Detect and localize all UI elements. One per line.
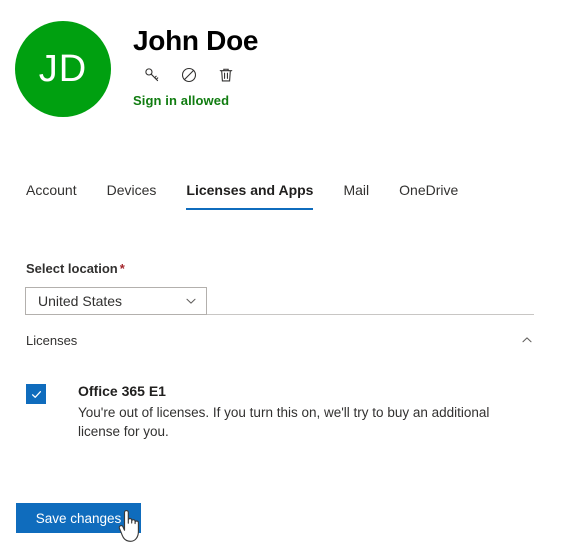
location-select-box[interactable]: United States <box>25 287 207 315</box>
license-text: Office 365 E1 You're out of licenses. If… <box>78 381 512 441</box>
tab-account[interactable]: Account <box>26 180 92 210</box>
chevron-down-icon <box>184 294 198 308</box>
user-header: JD John Doe Sign in allowed <box>0 0 561 135</box>
tab-onedrive[interactable]: OneDrive <box>384 180 473 210</box>
save-changes-button[interactable]: Save changes <box>16 503 141 533</box>
trash-icon[interactable] <box>216 65 236 85</box>
select-location-label: Select location * <box>26 261 125 276</box>
user-info: John Doe Sign in allowed <box>133 24 258 108</box>
license-description: You're out of licenses. If you turn this… <box>78 405 490 439</box>
tab-devices[interactable]: Devices <box>92 180 172 210</box>
required-asterisk: * <box>119 261 125 276</box>
license-row: Office 365 E1 You're out of licenses. If… <box>26 383 526 441</box>
license-checkbox-office-365-e1[interactable] <box>26 384 46 404</box>
chevron-up-icon[interactable] <box>520 333 534 347</box>
signin-status-badge: Sign in allowed <box>133 93 230 108</box>
page-title: John Doe <box>133 25 259 56</box>
location-select-value: United States <box>38 293 123 309</box>
licenses-section-header[interactable]: Licenses <box>26 330 534 350</box>
user-action-icons <box>142 63 258 87</box>
location-select[interactable]: United States <box>25 287 207 315</box>
license-name: Office 365 E1 <box>78 383 166 399</box>
licenses-section-title: Licenses <box>26 332 78 348</box>
tab-licenses-and-apps[interactable]: Licenses and Apps <box>171 180 328 210</box>
license-list-item: Office 365 E1 You're out of licenses. If… <box>26 383 526 441</box>
form-divider <box>207 314 534 315</box>
tab-bar: Account Devices Licenses and Apps Mail O… <box>26 180 473 210</box>
tab-mail[interactable]: Mail <box>328 180 384 210</box>
avatar: JD <box>15 21 111 117</box>
key-icon[interactable] <box>142 65 162 85</box>
select-location-label-text: Select location <box>26 261 118 276</box>
avatar-initials: JD <box>38 48 88 90</box>
block-icon[interactable] <box>179 65 199 85</box>
